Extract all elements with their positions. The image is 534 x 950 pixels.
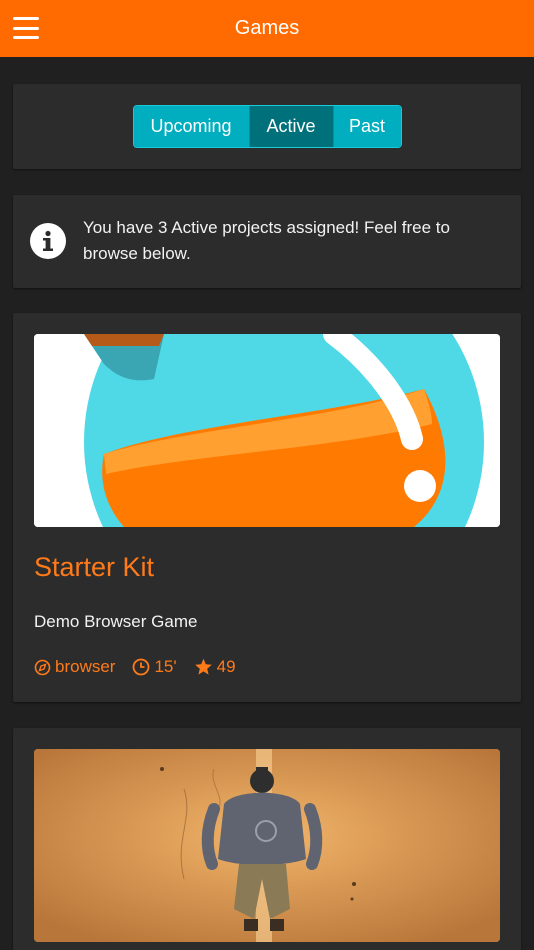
page-title: Games <box>234 17 300 39</box>
stars-meta: 49 <box>194 657 236 677</box>
game-title[interactable]: Starter Kit <box>34 552 154 583</box>
duration-meta: 15' <box>132 657 177 677</box>
tab-upcoming[interactable]: Upcoming <box>133 106 250 147</box>
stars-count: 49 <box>216 657 236 676</box>
game-card[interactable] <box>13 728 521 950</box>
info-card: You have 3 Active projects assigned! Fee… <box>13 195 521 288</box>
game-thumbnail[interactable] <box>34 334 500 527</box>
game-card[interactable]: Starter Kit Demo Browser Game browser 15… <box>13 313 521 702</box>
duration-label: 15' <box>154 657 177 676</box>
star-icon <box>194 658 212 675</box>
game-meta: browser 15' 49 <box>34 657 253 677</box>
game-thumbnail[interactable] <box>34 749 500 942</box>
info-message: You have 3 Active projects assigned! Fee… <box>83 218 450 263</box>
game-subtitle: Demo Browser Game <box>34 612 198 631</box>
app-bar: Games <box>0 0 534 57</box>
platform-label: browser <box>55 657 116 676</box>
filter-card: Upcoming Active Past <box>13 84 521 169</box>
platform-meta: browser <box>34 657 115 677</box>
clock-icon <box>133 658 150 676</box>
compass-icon <box>34 659 51 675</box>
tab-active[interactable]: Active <box>249 106 334 147</box>
info-icon <box>30 223 66 259</box>
hamburger-menu-icon[interactable] <box>13 17 39 39</box>
tab-past[interactable]: Past <box>333 106 401 147</box>
status-segmented-control: Upcoming Active Past <box>132 105 402 148</box>
